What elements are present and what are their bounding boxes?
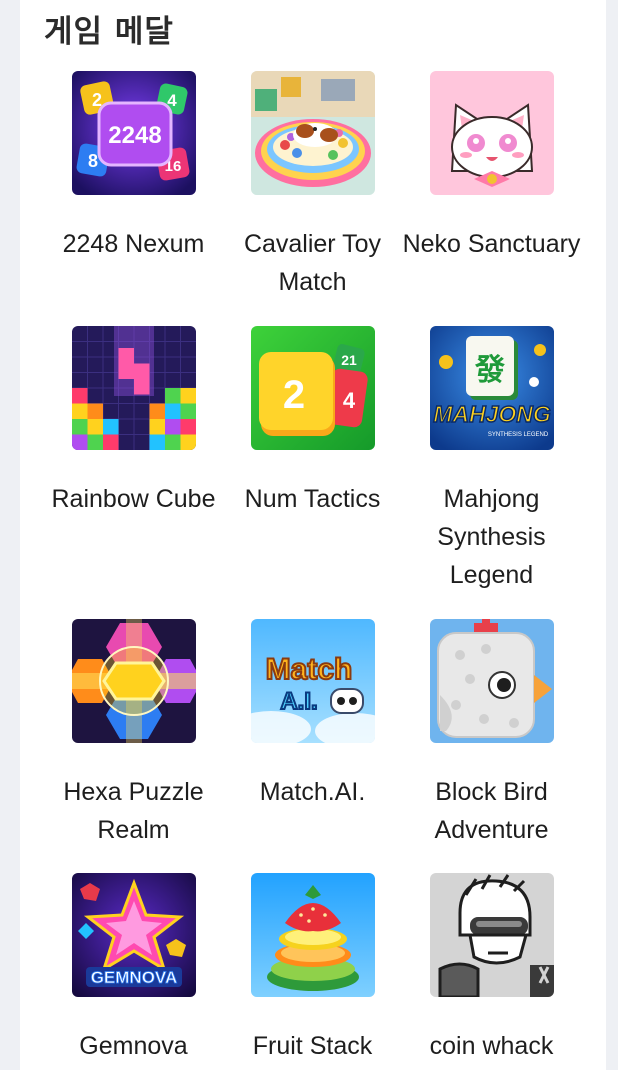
game-name: 2248 Nexum: [62, 230, 205, 258]
game-medal-item[interactable]: Block Bird Adventure: [402, 619, 581, 849]
mahjong-logo: MAHJONG: [433, 401, 551, 427]
game-name: Num Tactics: [244, 485, 381, 513]
match-ai-logo-bottom: A.I.: [280, 688, 317, 715]
game-name: Hexa Puzzle Realm: [63, 778, 204, 844]
tile-8: 8: [87, 151, 97, 171]
tile-2: 2: [282, 373, 304, 417]
game-medal-item[interactable]: Fruit Stack: [223, 873, 402, 1065]
game-name: Block Bird Adventure: [434, 778, 549, 844]
game-name: Rainbow Cube: [51, 485, 216, 513]
game-name: Gemnova: [79, 1032, 188, 1060]
game-medals-card: 게임 메달 2 4 8 16 2248 2248 Nexum Cavalier …: [20, 0, 606, 1070]
game-name: Match.AI.: [259, 778, 366, 806]
fruit-stack-icon[interactable]: [250, 873, 375, 997]
coin-whack-icon[interactable]: [429, 873, 554, 997]
game-medal-item[interactable]: Neko Sanctuary: [402, 71, 581, 263]
match-ai-icon[interactable]: Match A.I.: [250, 619, 375, 743]
mahjong-sublogo: SYNTHESIS LEGEND: [487, 432, 548, 438]
game-name: Mahjong Synthesis Legend: [437, 485, 546, 589]
gemnova-logo: GEMNOVA: [90, 968, 177, 987]
game-name: coin whack: [429, 1032, 554, 1060]
mahjong-tile-glyph: 發: [474, 353, 505, 388]
game-medal-item[interactable]: 發 MAHJONG SYNTHESIS LEGEND Mahjong Synth…: [402, 326, 581, 594]
tile-21: 21: [341, 352, 357, 368]
game-medal-item[interactable]: Rainbow Cube: [44, 326, 223, 518]
mahjong-synthesis-legend-icon[interactable]: 發 MAHJONG SYNTHESIS LEGEND: [429, 326, 554, 450]
game-medal-item[interactable]: 2 4 8 16 2248 2248 Nexum: [44, 71, 223, 263]
match-ai-logo-top: Match: [265, 653, 352, 686]
game-name: Fruit Stack: [252, 1032, 373, 1060]
game-medal-grid: 2 4 8 16 2248 2248 Nexum Cavalier Toy Ma…: [20, 0, 606, 1070]
game-medal-item[interactable]: coin whack: [402, 873, 581, 1065]
neko-sanctuary-icon[interactable]: [429, 71, 554, 195]
gemnova-icon[interactable]: GEMNOVA: [71, 873, 196, 997]
2248-nexum-icon[interactable]: 2 4 8 16 2248: [71, 71, 196, 195]
rainbow-cube-icon[interactable]: [71, 326, 196, 450]
game-medal-item[interactable]: Cavalier Toy Match: [223, 71, 402, 301]
game-name: Cavalier Toy Match: [243, 230, 382, 296]
game-medal-item[interactable]: Match A.I. Match.AI.: [223, 619, 402, 811]
tile-2248: 2248: [108, 122, 161, 149]
game-medal-item[interactable]: 21 4 2 Num Tactics: [223, 326, 402, 518]
game-name: Neko Sanctuary: [402, 230, 581, 258]
game-medal-item[interactable]: Hexa Puzzle Realm: [44, 619, 223, 849]
block-bird-adventure-icon[interactable]: [429, 619, 554, 743]
cavalier-toy-match-icon[interactable]: [250, 71, 375, 195]
hexa-puzzle-realm-icon[interactable]: [71, 619, 196, 743]
num-tactics-icon[interactable]: 21 4 2: [250, 326, 375, 450]
tile-4: 4: [342, 388, 355, 413]
game-medal-item[interactable]: GEMNOVA Gemnova: [44, 873, 223, 1065]
